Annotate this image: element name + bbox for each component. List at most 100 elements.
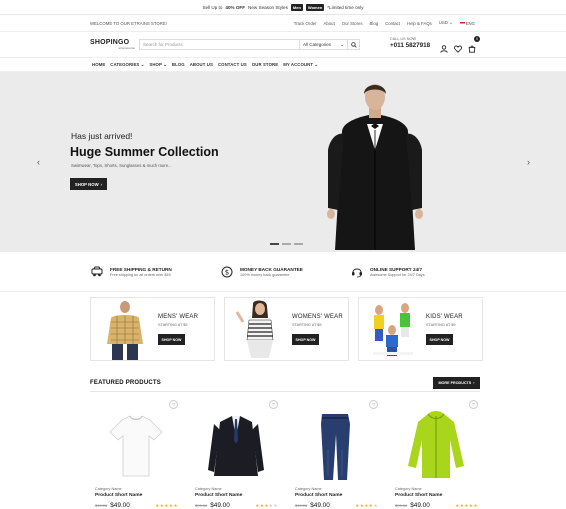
slider-prev-arrow-icon[interactable]: ‹	[37, 157, 40, 167]
heart-icon[interactable]	[454, 45, 462, 53]
wishlist-heart-icon[interactable]: ♡	[469, 400, 478, 409]
truck-icon	[91, 266, 103, 277]
cart-icon	[468, 45, 476, 53]
product-name[interactable]: Product Short Name	[95, 493, 142, 498]
nav-contact-us[interactable]: CONTACT US	[218, 62, 247, 67]
womens-wear-image	[235, 300, 274, 358]
header-icons: 0	[440, 36, 480, 58]
more-products-button[interactable]: MORE PRODUCTS ›	[433, 377, 480, 389]
product-category: Category Name	[295, 487, 322, 491]
product-new-price: $49.00	[410, 502, 430, 509]
product-price: $99.00 $49.00	[195, 502, 230, 509]
nav-home[interactable]: HOME	[92, 62, 105, 67]
category-card-kids[interactable]: KIDS' WEAR STARTING AT $9 SHOP NOW	[358, 297, 483, 361]
product-old-price: $99.00	[95, 503, 108, 508]
dollar-icon: $	[221, 266, 233, 278]
product-name[interactable]: Product Short Name	[195, 493, 242, 498]
product-new-price: $49.00	[210, 502, 230, 509]
search-button[interactable]	[348, 39, 360, 50]
kids-wear-image	[373, 303, 413, 356]
product-price: $99.00 $49.00	[295, 502, 330, 509]
mens-wear-image	[107, 301, 143, 360]
promo-men-button[interactable]: Men	[290, 3, 303, 11]
chevron-down-icon: ⌄	[340, 41, 344, 47]
promo-highlight: 40% OFF	[225, 4, 246, 10]
hero-shop-now-button[interactable]: SHOP NOW ›	[70, 178, 107, 190]
top-links: Track Order About Our Stores Blog Contac…	[294, 20, 475, 26]
welcome-text: WELCOME TO OUR ETRAINS STORE!	[90, 20, 167, 26]
svg-text:$: $	[225, 269, 229, 277]
search-input[interactable]: Search for Products	[139, 39, 299, 50]
language-select[interactable]: ENG	[459, 20, 475, 26]
nav-categories[interactable]: CATEGORIES ⌄	[110, 62, 144, 68]
category-sub: STARTING AT $9	[292, 323, 322, 327]
product-category: Category Name	[395, 487, 422, 491]
category-sub: STARTING AT $9	[158, 323, 188, 327]
blog-link[interactable]: Blog	[370, 21, 379, 26]
promo-prefix: Sell Up to	[202, 4, 223, 10]
wishlist-heart-icon[interactable]: ♡	[269, 400, 278, 409]
more-products-label: MORE PRODUCTS	[438, 381, 472, 385]
product-image-white-tshirt	[109, 415, 163, 477]
category-select[interactable]: All Categories ⌄	[299, 39, 348, 50]
product-card[interactable]: ♡ Category Name Product Short Name $99.0…	[390, 398, 482, 509]
service-title: FREE SHIPPING & RETURN	[110, 267, 172, 272]
slider-dot-3[interactable]	[294, 243, 303, 245]
rating-stars: ★★★★★	[255, 503, 278, 509]
product-grid: ♡ Category Name Product Short Name $99.0…	[90, 398, 482, 509]
service-support: ONLINE SUPPORT 24/7 Awesome Support for 2…	[350, 265, 480, 279]
logo[interactable]: SHOPINGO eCommerce	[90, 39, 135, 50]
product-name[interactable]: Product Short Name	[395, 493, 442, 498]
nav-blog[interactable]: BLOG	[172, 62, 185, 67]
slider-next-arrow-icon[interactable]: ›	[527, 157, 530, 167]
category-card-mens[interactable]: MENS' WEAR STARTING AT $9 SHOP NOW	[90, 297, 215, 361]
slider-dot-2[interactable]	[282, 243, 291, 245]
nav-my-account[interactable]: MY ACCOUNT ⌄	[283, 62, 318, 68]
nav-about-us[interactable]: ABOUT US	[190, 62, 213, 67]
language-value: ENG	[465, 20, 475, 26]
promo-suffix: *Limited time only	[327, 4, 364, 10]
category-card-womens[interactable]: WOMENS' WEAR STARTING AT $9 SHOP NOW	[224, 297, 349, 361]
product-new-price: $49.00	[110, 502, 130, 509]
service-desc: 100% money back guarantee	[240, 273, 290, 277]
nav-shop[interactable]: SHOP ⌄	[149, 62, 167, 68]
wishlist-heart-icon[interactable]: ♡	[369, 400, 378, 409]
category-shop-now-button[interactable]: SHOP NOW	[158, 334, 185, 345]
product-category: Category Name	[195, 487, 222, 491]
services-strip: FREE SHIPPING & RETURN Free shipping on a…	[90, 253, 480, 291]
star-icon: ★	[273, 503, 278, 508]
hero-kicker: Has just arrived!	[71, 131, 133, 141]
hero-shop-now-label: SHOP NOW	[74, 181, 99, 187]
about-link[interactable]: About	[324, 21, 335, 26]
product-card[interactable]: ♡ Category Name Product Short Name $99.0…	[190, 398, 282, 509]
divider	[0, 291, 566, 292]
wishlist-heart-icon[interactable]: ♡	[169, 400, 178, 409]
currency-select[interactable]: USD ⌄	[439, 20, 453, 26]
product-image-blue-jeans	[321, 414, 350, 480]
cart-button[interactable]: 0	[468, 36, 480, 58]
product-card[interactable]: ♡ Category Name Product Short Name $99.0…	[90, 398, 182, 509]
slider-dot-1[interactable]	[270, 243, 279, 245]
product-price: $99.00 $49.00	[395, 502, 430, 509]
category-title: KIDS' WEAR	[426, 314, 463, 320]
cart-count-badge: 0	[474, 36, 480, 42]
category-shop-now-button[interactable]: SHOP NOW	[426, 334, 453, 345]
contact-link[interactable]: Contact	[385, 21, 400, 26]
call-number[interactable]: +011 5827918	[390, 42, 430, 49]
promo-women-button[interactable]: Women	[305, 3, 325, 11]
product-card[interactable]: ♡ Category Name Product Short Name $99.0…	[290, 398, 382, 509]
track-order-link[interactable]: Track Order	[294, 21, 317, 26]
service-money-back: $ MONEY BACK GUARANTEE 100% money back gu…	[220, 265, 350, 279]
chevron-right-icon: ›	[100, 181, 103, 187]
product-name[interactable]: Product Short Name	[295, 493, 342, 498]
category-title: WOMENS' WEAR	[292, 314, 343, 320]
nav-our-store[interactable]: OUR STORE	[252, 62, 278, 67]
user-icon[interactable]	[440, 45, 448, 53]
category-shop-now-button[interactable]: SHOP NOW	[292, 334, 319, 345]
header: SHOPINGO eCommerce Search for Products A…	[0, 32, 566, 57]
hero-title: Huge Summer Collection	[70, 145, 219, 159]
chevron-right-icon: ›	[473, 381, 475, 385]
our-stores-link[interactable]: Our Stores	[342, 21, 363, 26]
category-title: MENS' WEAR	[158, 314, 199, 320]
help-faqs-link[interactable]: Help & FAQs	[407, 21, 432, 26]
